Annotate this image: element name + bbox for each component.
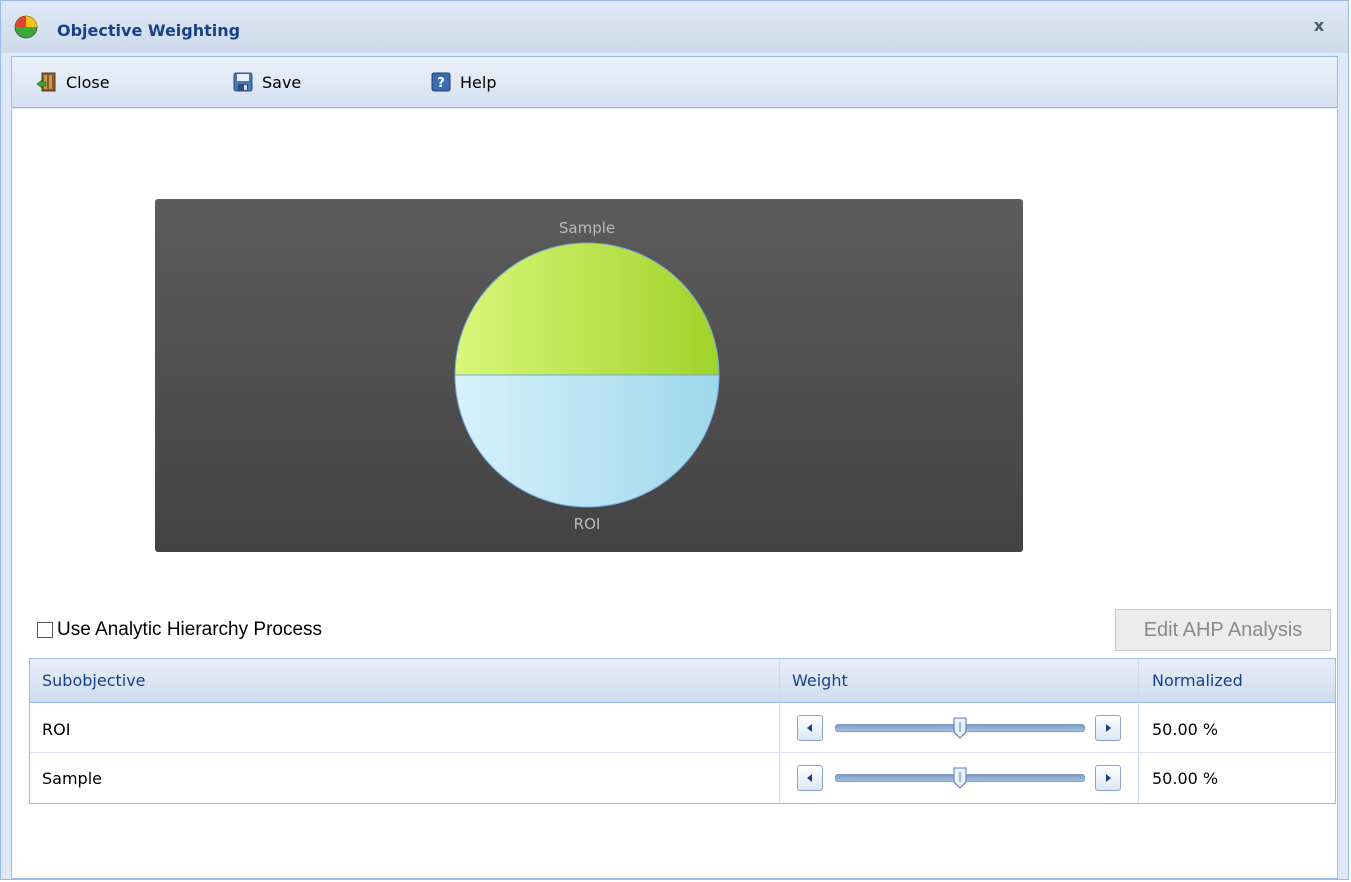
content-area: Sample ROI Use Analytic Hierarchy Process… [11, 109, 1338, 879]
window-title: Objective Weighting [57, 21, 241, 40]
pie-chart-panel: Sample ROI [155, 199, 1023, 552]
help-icon: ? [431, 72, 451, 92]
arrow-left-icon [807, 774, 812, 782]
save-button[interactable]: Save [232, 67, 301, 97]
help-label: Help [460, 72, 497, 92]
normalized-cell: 50.00 % [1152, 769, 1219, 788]
close-label: Close [66, 72, 110, 92]
svg-text:?: ? [437, 76, 445, 91]
weight-slider[interactable] [797, 765, 1122, 791]
floppy-disk-icon [233, 72, 253, 92]
pie-label-roi: ROI [574, 515, 601, 533]
pie-chart-icon [14, 15, 38, 39]
window-close-icon[interactable]: x [1308, 15, 1330, 37]
table-row[interactable]: Sample 50.00 % [30, 753, 1335, 803]
pie-slice-sample [454, 242, 720, 376]
slider-decrease-button[interactable] [797, 715, 823, 741]
grid-header: Subobjective Weight Normalized [30, 659, 1335, 703]
arrow-right-icon [1106, 724, 1111, 732]
slider-thumb[interactable] [952, 716, 968, 740]
normalized-cell: 50.00 % [1152, 720, 1219, 739]
door-exit-icon [36, 72, 56, 92]
toolbar: Close Save ? Help [11, 56, 1338, 108]
objective-weighting-window: Objective Weighting x Close Save ? Help … [0, 0, 1349, 880]
slider-thumb[interactable] [952, 766, 968, 790]
help-button[interactable]: ? Help [430, 67, 496, 97]
pie-chart: Sample ROI [454, 219, 720, 533]
column-header-weight[interactable]: Weight [792, 659, 848, 702]
close-button[interactable]: Close [36, 67, 110, 97]
slider-increase-button[interactable] [1095, 765, 1121, 791]
pie-slice-roi [454, 374, 720, 508]
column-header-subobjective[interactable]: Subobjective [42, 659, 146, 702]
title-bar: Objective Weighting x [1, 1, 1348, 53]
edit-ahp-analysis-button[interactable]: Edit AHP Analysis [1115, 609, 1331, 651]
arrow-left-icon [807, 724, 812, 732]
ahp-checkbox-label: Use Analytic Hierarchy Process [57, 619, 323, 640]
subobjective-cell: ROI [42, 720, 71, 739]
ahp-checkbox-row: Use Analytic Hierarchy Process [37, 619, 322, 641]
column-header-normalized[interactable]: Normalized [1152, 659, 1243, 702]
table-row[interactable]: ROI 50.00 % [30, 703, 1335, 753]
weight-slider[interactable] [797, 715, 1122, 741]
slider-increase-button[interactable] [1095, 715, 1121, 741]
arrow-right-icon [1106, 774, 1111, 782]
ahp-checkbox[interactable] [37, 622, 53, 638]
slider-decrease-button[interactable] [797, 765, 823, 791]
subobjective-grid: Subobjective Weight Normalized ROI 50.00… [29, 658, 1336, 804]
pie-label-sample: Sample [559, 219, 615, 237]
subobjective-cell: Sample [42, 769, 102, 788]
save-label: Save [262, 72, 302, 92]
